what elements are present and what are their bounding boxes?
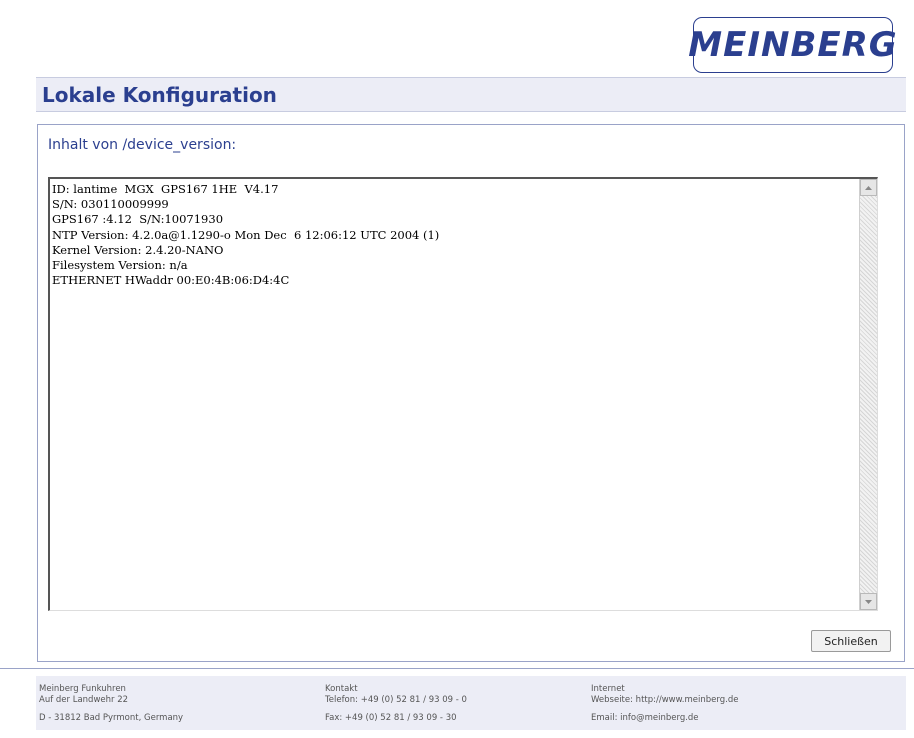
content-panel: Inhalt von /device_version: ID: lantime … — [37, 124, 905, 662]
close-button[interactable]: Schließen — [811, 630, 891, 652]
company-street: Auf der Landwehr 22 — [39, 695, 129, 705]
contact-phone: Telefon: +49 (0) 52 81 / 93 09 - 0 — [325, 695, 467, 705]
logo-text: MEINBERG — [688, 25, 898, 65]
company-name: Meinberg Funkuhren — [39, 684, 126, 694]
vertical-scrollbar[interactable] — [859, 179, 877, 610]
footer-contact: Kontakt Telefon: +49 (0) 52 81 / 93 09 -… — [325, 684, 467, 724]
footer-divider — [0, 668, 914, 669]
internet-heading: Internet — [591, 684, 625, 694]
device-version-text: ID: lantime MGX GPS167 1HE V4.17 S/N: 03… — [52, 182, 440, 288]
page-title: Lokale Konfiguration — [42, 83, 277, 107]
footer-internet: Internet Webseite: http://www.meinberg.d… — [591, 684, 738, 724]
title-bar: Lokale Konfiguration — [36, 78, 906, 112]
scroll-up-arrow-icon — [865, 185, 872, 190]
scroll-up-button[interactable] — [860, 179, 877, 196]
contact-fax: Fax: +49 (0) 52 81 / 93 09 - 30 — [325, 713, 457, 723]
footer-company: Meinberg Funkuhren Auf der Landwehr 22 D… — [39, 684, 183, 724]
scroll-down-button[interactable] — [860, 593, 877, 610]
panel-heading: Inhalt von /device_version: — [48, 137, 237, 153]
contact-heading: Kontakt — [325, 684, 358, 694]
website-link[interactable]: Webseite: http://www.meinberg.de — [591, 695, 738, 705]
email-link[interactable]: Email: info@meinberg.de — [591, 713, 699, 723]
scroll-down-arrow-icon — [865, 599, 872, 604]
footer: Meinberg Funkuhren Auf der Landwehr 22 D… — [36, 676, 906, 730]
company-city: D - 31812 Bad Pyrmont, Germany — [39, 713, 184, 723]
device-version-textarea[interactable]: ID: lantime MGX GPS167 1HE V4.17 S/N: 03… — [48, 177, 878, 611]
meinberg-logo: MEINBERG — [688, 17, 897, 73]
